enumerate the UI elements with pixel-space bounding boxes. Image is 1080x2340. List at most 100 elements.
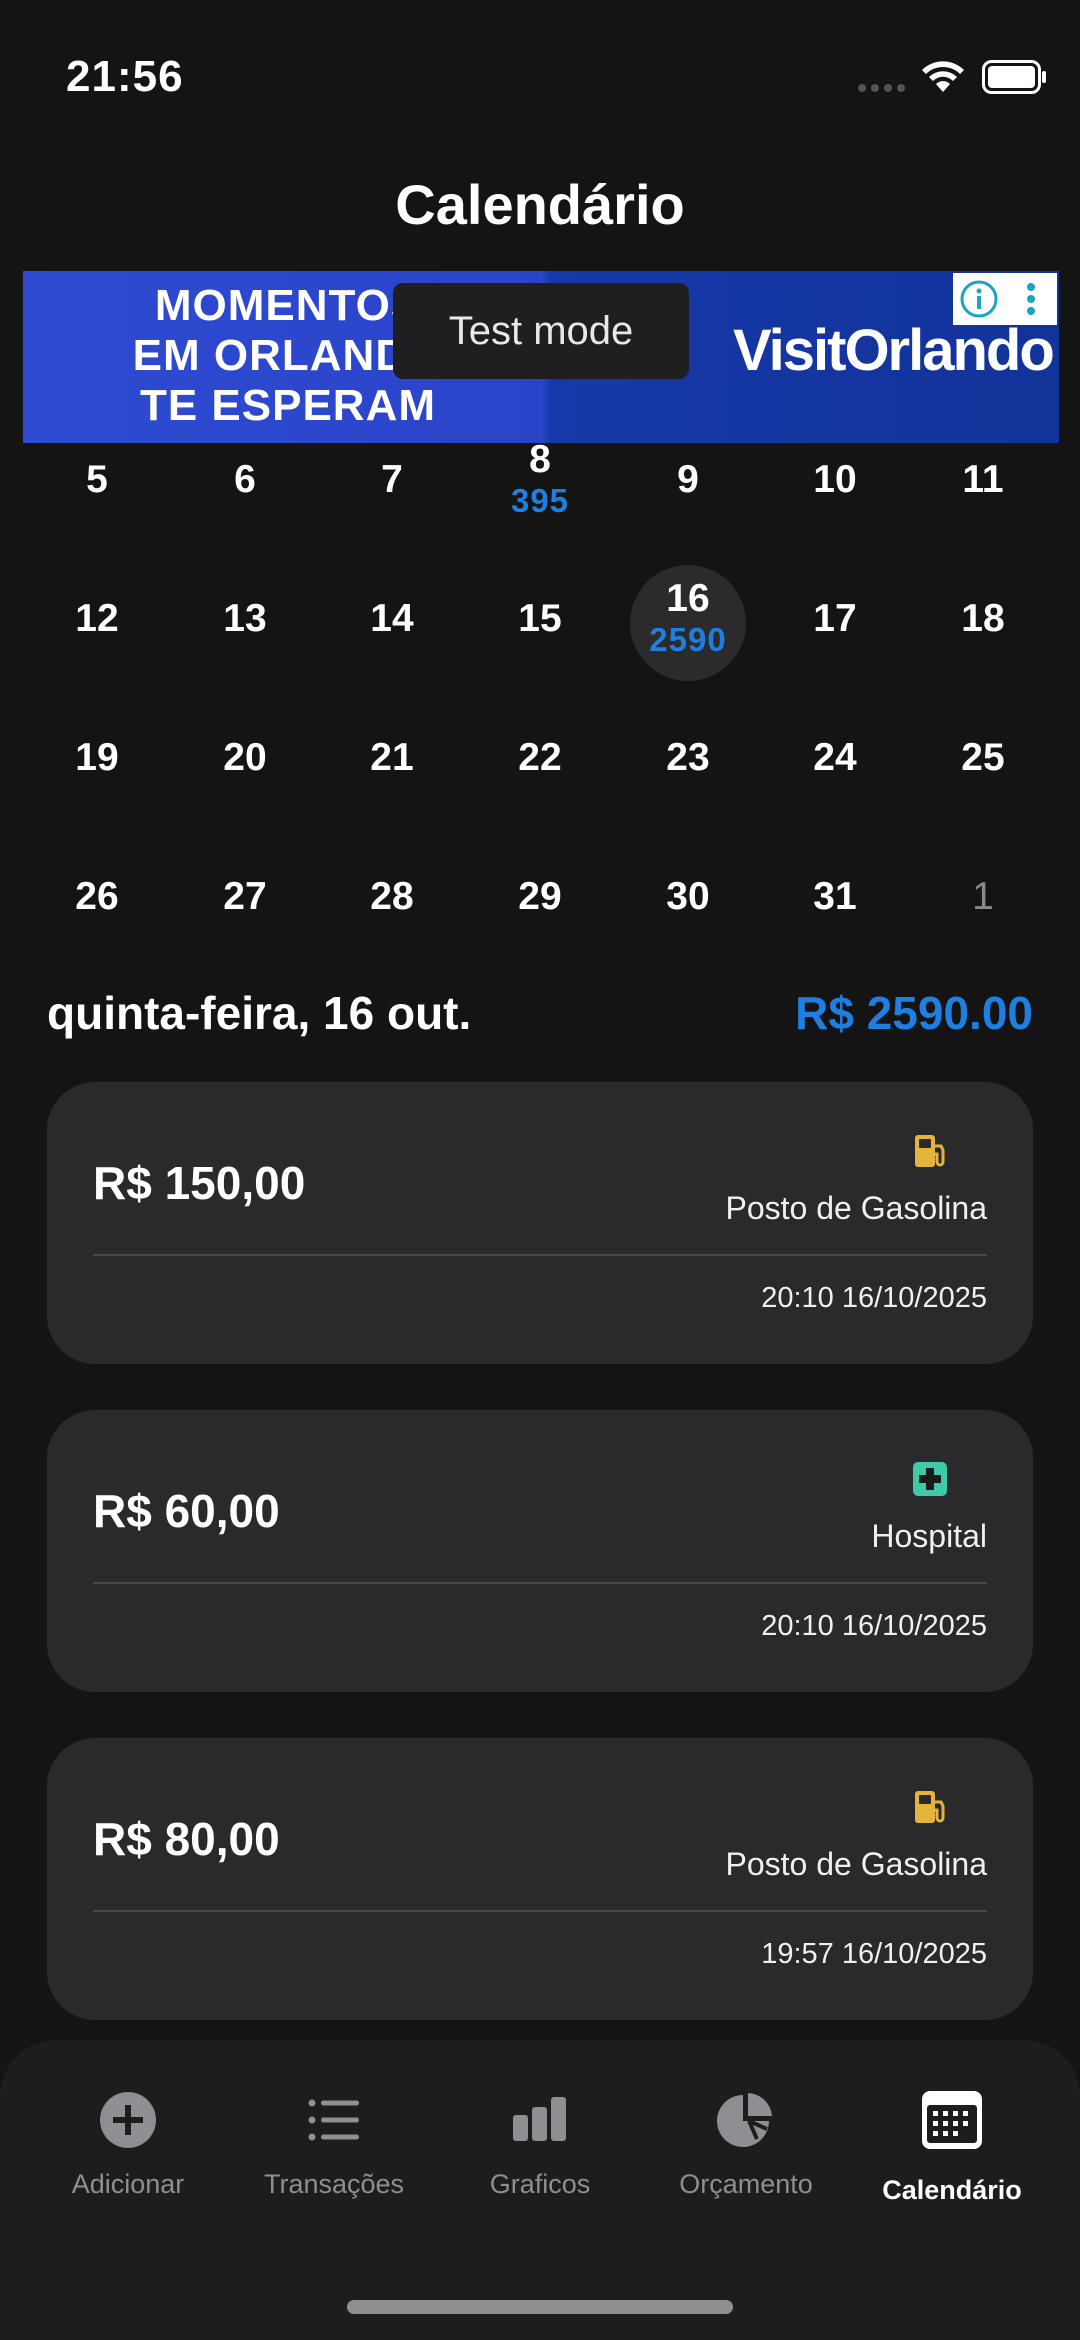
day-number: 1	[972, 875, 994, 918]
transaction-category: Hospital	[871, 1518, 987, 1554]
calendar-day[interactable]: 24	[775, 736, 895, 856]
day-number: 12	[75, 597, 119, 640]
calendar-day[interactable]: 27	[185, 875, 305, 995]
day-number: 7	[381, 458, 403, 501]
list-icon	[308, 2099, 359, 2141]
card-divider	[93, 1910, 987, 1912]
day-number: 29	[518, 875, 562, 918]
day-number: 22	[518, 736, 562, 779]
ad-menu-icon[interactable]	[1005, 273, 1057, 325]
selected-day-label: quinta-feira, 16 out.	[47, 987, 472, 1039]
calendar-day[interactable]: 21	[332, 736, 452, 856]
calendar-day[interactable]: 29	[480, 875, 600, 995]
fuel-pump-icon	[915, 1135, 945, 1167]
calendar-day[interactable]: 7	[332, 458, 452, 578]
page-title: Calendário	[395, 173, 685, 236]
calendar-day[interactable]: 8 395	[480, 438, 600, 558]
calendar-day[interactable]: 23	[628, 736, 748, 856]
test-mode-label: Test mode	[393, 283, 689, 379]
day-number: 27	[223, 875, 267, 918]
calendar-day[interactable]: 26	[37, 875, 157, 995]
transaction-datetime: 20:10 16/10/2025	[761, 1610, 987, 1642]
calendar-day[interactable]: 22	[480, 736, 600, 856]
day-amount: 2590	[649, 621, 727, 658]
day-number: 28	[370, 875, 414, 918]
day-number: 6	[234, 458, 256, 501]
plus-circle-icon	[100, 2092, 156, 2148]
calendar-day[interactable]: 15	[480, 597, 600, 717]
card-divider	[93, 1582, 987, 1584]
day-number: 19	[75, 736, 119, 779]
calendar-day[interactable]: 12	[37, 597, 157, 717]
calendar-day[interactable]: 11	[923, 458, 1043, 578]
transaction-amount: R$ 80,00	[93, 1813, 280, 1865]
battery-icon	[982, 60, 1046, 94]
cellular-signal-icon	[858, 84, 905, 92]
calendar-day[interactable]: 20	[185, 736, 305, 856]
tab-orcamento[interactable]: Orçamento	[656, 2085, 836, 2200]
calendar-day[interactable]: 9	[628, 458, 748, 578]
tab-transacoes[interactable]: Transações	[244, 2085, 424, 2200]
tab-label: Graficos	[489, 2169, 591, 2199]
transaction-amount: R$ 150,00	[93, 1157, 306, 1209]
day-number: 17	[813, 597, 857, 640]
calendar-day[interactable]: 30	[628, 875, 748, 995]
day-number: 25	[961, 736, 1005, 779]
tab-calendario[interactable]: Calendário	[862, 2085, 1042, 2206]
transaction-category: Posto de Gasolina	[725, 1846, 988, 1882]
tab-label: Calendário	[882, 2175, 1022, 2205]
day-number: 24	[813, 736, 857, 779]
tab-adicionar[interactable]: Adicionar	[38, 2085, 218, 2200]
calendar-day[interactable]: 17	[775, 597, 895, 717]
day-number: 10	[813, 458, 857, 501]
status-bar: 21:56	[0, 0, 1080, 150]
transaction-category: Posto de Gasolina	[725, 1190, 988, 1226]
ad-info-icon[interactable]	[953, 273, 1005, 325]
calendar-day[interactable]: 31	[775, 875, 895, 995]
wifi-icon	[922, 61, 964, 92]
day-amount: 395	[510, 482, 570, 519]
fuel-pump-icon	[915, 1791, 945, 1823]
day-number: 15	[518, 597, 562, 640]
tab-graficos[interactable]: Graficos	[450, 2085, 630, 2200]
day-number: 16	[666, 577, 710, 620]
transaction-card[interactable]: R$ 80,00 Posto de Gasolina 19:57 16/10/2…	[47, 1738, 1033, 2020]
day-number: 20	[223, 736, 267, 779]
ad-line: TE ESPERAM	[139, 381, 437, 430]
day-number: 18	[961, 597, 1005, 640]
calendar-day[interactable]: 28	[332, 875, 452, 995]
day-number: 26	[75, 875, 119, 918]
calendar-day[interactable]: 6	[185, 458, 305, 578]
calendar-day[interactable]: 5	[37, 458, 157, 578]
day-number: 13	[223, 597, 267, 640]
day-number: 9	[677, 458, 699, 501]
calendar-day[interactable]: 14	[332, 597, 452, 717]
transaction-datetime: 19:57 16/10/2025	[761, 1938, 987, 1970]
calendar-day[interactable]: 18	[923, 597, 1043, 717]
day-number: 31	[813, 875, 857, 918]
calendar-day[interactable]: 10	[775, 458, 895, 578]
transaction-card[interactable]: R$ 150,00 Posto de Gasolina 20:10 16/10/…	[47, 1082, 1033, 1364]
day-number: 23	[666, 736, 710, 779]
tab-label: Orçamento	[679, 2169, 813, 2199]
calendar-day-next-month[interactable]: 1	[923, 875, 1043, 995]
selected-day-total: R$ 2590.00	[795, 987, 1033, 1039]
day-number: 21	[370, 736, 414, 779]
transaction-card[interactable]: R$ 60,00 Hospital 20:10 16/10/2025	[47, 1410, 1033, 1692]
day-number: 30	[666, 875, 710, 918]
day-number: 11	[962, 458, 1004, 501]
pie-chart-icon	[717, 2093, 772, 2147]
day-number: 14	[370, 597, 414, 640]
bar-chart-icon	[513, 2097, 566, 2141]
calendar-day-selected[interactable]: 16 2590	[628, 577, 748, 697]
ad-brand: VisitOrlando	[733, 317, 1055, 384]
tab-bar: Adicionar Transações Graficos Orçamento	[0, 2040, 1080, 2340]
home-indicator	[347, 2300, 733, 2314]
day-number: 5	[86, 458, 108, 501]
calendar-day[interactable]: 19	[37, 736, 157, 856]
transaction-amount: R$ 60,00	[93, 1485, 280, 1537]
card-divider	[93, 1254, 987, 1256]
calendar-day[interactable]: 13	[185, 597, 305, 717]
calendar-day[interactable]: 25	[923, 736, 1043, 856]
transaction-datetime: 20:10 16/10/2025	[761, 1282, 987, 1314]
